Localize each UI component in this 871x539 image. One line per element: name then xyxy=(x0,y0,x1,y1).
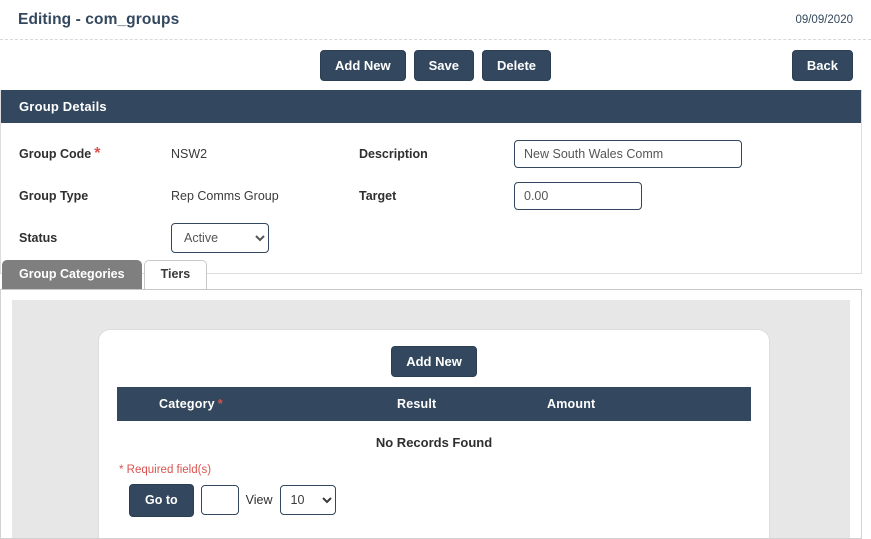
categories-card: Add New Category* Result Amount No Recor… xyxy=(98,329,770,538)
goto-page-input[interactable] xyxy=(201,485,239,515)
status-select[interactable]: ActiveInactive xyxy=(171,223,269,253)
status-label: Status xyxy=(19,231,57,245)
tab-group-categories[interactable]: Group Categories xyxy=(2,260,142,289)
description-input[interactable] xyxy=(514,140,742,168)
toolbar-center-group: Add New Save Delete xyxy=(0,50,871,81)
group-type-value: Rep Comms Group xyxy=(171,189,279,203)
description-label: Description xyxy=(359,147,428,161)
target-label: Target xyxy=(359,189,396,203)
group-code-value: NSW2 xyxy=(171,147,207,161)
required-fields-note: * Required field(s) xyxy=(117,464,751,476)
tab-panel-group-categories: Add New Category* Result Amount No Recor… xyxy=(0,289,862,539)
page-title: Editing - com_groups xyxy=(18,11,179,29)
row-status: Status ActiveInactive xyxy=(1,217,861,259)
categories-grid-header: Category* Result Amount xyxy=(117,387,751,421)
tab-tiers[interactable]: Tiers xyxy=(144,260,208,289)
group-code-value-cell: NSW2 xyxy=(171,147,359,161)
no-records-message: No Records Found xyxy=(117,421,751,450)
pager-controls: Go to View 102550100 xyxy=(117,484,751,517)
row-group-code: Group Code* NSW2 Description xyxy=(1,133,861,175)
group-details-panel: Group Details Group Code* NSW2 Descripti… xyxy=(0,90,862,274)
tab-bar: Group Categories Tiers xyxy=(0,261,871,289)
toolbar-right-group: Back xyxy=(792,50,853,81)
status-label-cell: Status xyxy=(1,231,171,245)
delete-button[interactable]: Delete xyxy=(482,50,551,81)
action-toolbar: Add New Save Delete Back xyxy=(0,41,871,89)
row-group-type: Group Type Rep Comms Group Target xyxy=(1,175,861,217)
panel-inner-background: Add New Category* Result Amount No Recor… xyxy=(12,300,850,538)
page-header: Editing - com_groups 09/09/2020 xyxy=(0,0,871,40)
add-new-button[interactable]: Add New xyxy=(320,50,406,81)
group-type-value-cell: Rep Comms Group xyxy=(171,189,359,203)
column-header-category-text: Category xyxy=(159,397,215,411)
group-code-required-marker: * xyxy=(94,145,100,163)
group-code-label: Group Code xyxy=(19,147,91,161)
current-date: 09/09/2020 xyxy=(795,14,853,26)
view-page-size-select[interactable]: 102550100 xyxy=(280,485,336,515)
column-header-amount: Amount xyxy=(547,397,697,411)
description-label-cell: Description xyxy=(359,147,514,161)
group-type-label-cell: Group Type xyxy=(1,189,171,203)
group-details-title: Group Details xyxy=(1,90,861,123)
categories-add-new-button[interactable]: Add New xyxy=(391,346,477,377)
column-header-result: Result xyxy=(397,397,547,411)
status-value-cell: ActiveInactive xyxy=(171,223,359,253)
column-header-category: Category* xyxy=(117,397,397,411)
page-root: Editing - com_groups 09/09/2020 Add New … xyxy=(0,0,871,539)
target-input[interactable] xyxy=(514,182,642,210)
goto-button[interactable]: Go to xyxy=(129,484,194,517)
back-button[interactable]: Back xyxy=(792,50,853,81)
column-header-category-required-marker: * xyxy=(218,397,223,411)
view-label: View xyxy=(246,493,273,507)
target-label-cell: Target xyxy=(359,189,514,203)
group-code-label-cell: Group Code* xyxy=(1,145,171,163)
description-value-cell xyxy=(514,140,861,168)
group-details-body: Group Code* NSW2 Description Group Type … xyxy=(1,123,861,273)
save-button[interactable]: Save xyxy=(414,50,474,81)
target-value-cell xyxy=(514,182,861,210)
categories-addnew-row: Add New xyxy=(117,346,751,377)
group-type-label: Group Type xyxy=(19,189,88,203)
